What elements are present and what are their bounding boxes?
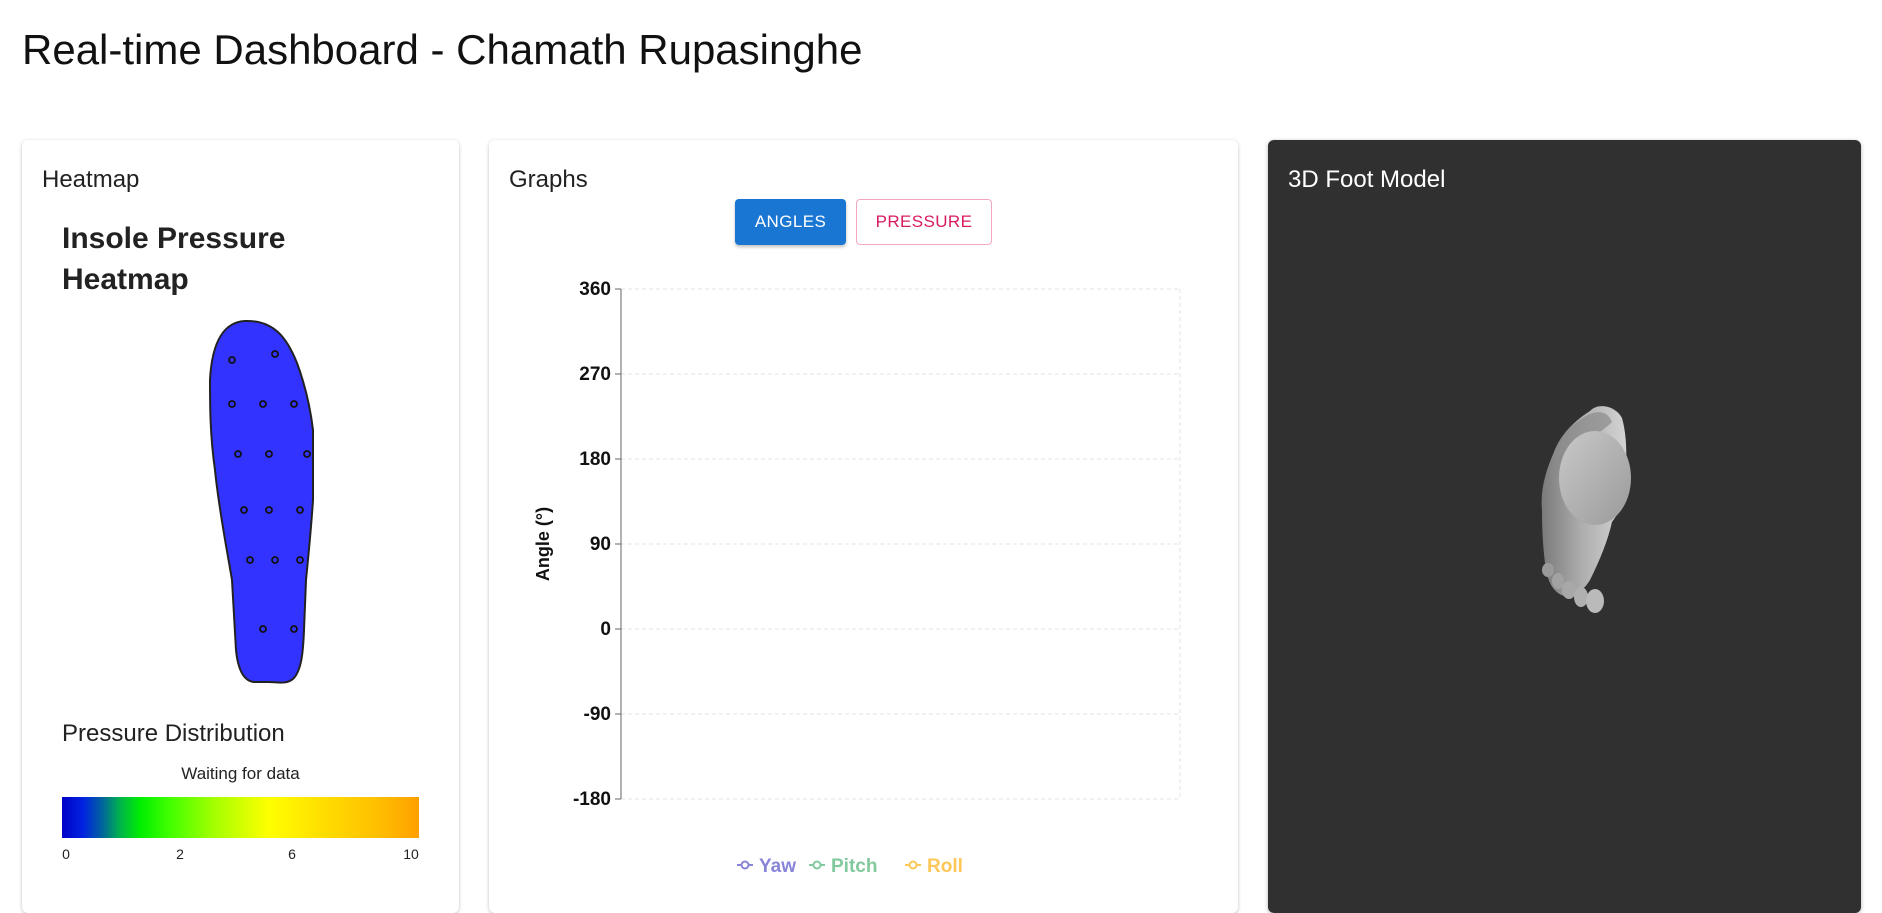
heatmap-card: Heatmap Insole Pressure Heatmap Pressure…: [22, 140, 459, 913]
colorbar-tick: 0: [62, 846, 70, 862]
legend-marker-dot-yaw: [740, 860, 750, 870]
colorbar-tick: 6: [288, 846, 296, 862]
y-tick-label: -180: [573, 789, 611, 810]
y-tick-label: 360: [579, 279, 611, 300]
y-axis-label: Angle (°): [533, 507, 553, 581]
legend-label-roll: Roll: [927, 856, 963, 877]
y-tick-label: 270: [579, 364, 611, 385]
legend-marker-dot-roll: [908, 860, 918, 870]
foot-model-card: 3D Foot Model: [1268, 140, 1861, 913]
pressure-colorbar: [62, 797, 419, 838]
angle-line-chart: 360 270 180 90 0 -90 -180 Angle (°) Yaw Pitch Roll: [533, 279, 1181, 877]
colorbar-tick: 2: [176, 846, 184, 862]
pressure-distribution-title: Pressure Distribution: [62, 720, 285, 747]
y-tick-label: 180: [579, 449, 611, 470]
foot-3d-model[interactable]: [1268, 140, 1861, 913]
legend-label-pitch: Pitch: [831, 856, 877, 877]
foot-model-mesh: [1541, 406, 1631, 613]
colorbar-tick: 10: [403, 846, 419, 862]
graphs-card: Graphs ANGLES PRESSURE 360 270 180 90 0 -90 -1…: [489, 140, 1238, 913]
legend-marker-dot-pitch: [812, 860, 822, 870]
y-tick-label: 0: [600, 619, 611, 640]
legend-label-yaw: Yaw: [759, 856, 796, 877]
page-title: Real-time Dashboard - Chamath Rupasinghe: [22, 26, 863, 73]
y-tick-label: -90: [584, 704, 611, 725]
y-tick-label: 90: [590, 534, 611, 555]
insole-heatmap: [208, 319, 314, 684]
pressure-status-text: Waiting for data: [181, 764, 300, 783]
